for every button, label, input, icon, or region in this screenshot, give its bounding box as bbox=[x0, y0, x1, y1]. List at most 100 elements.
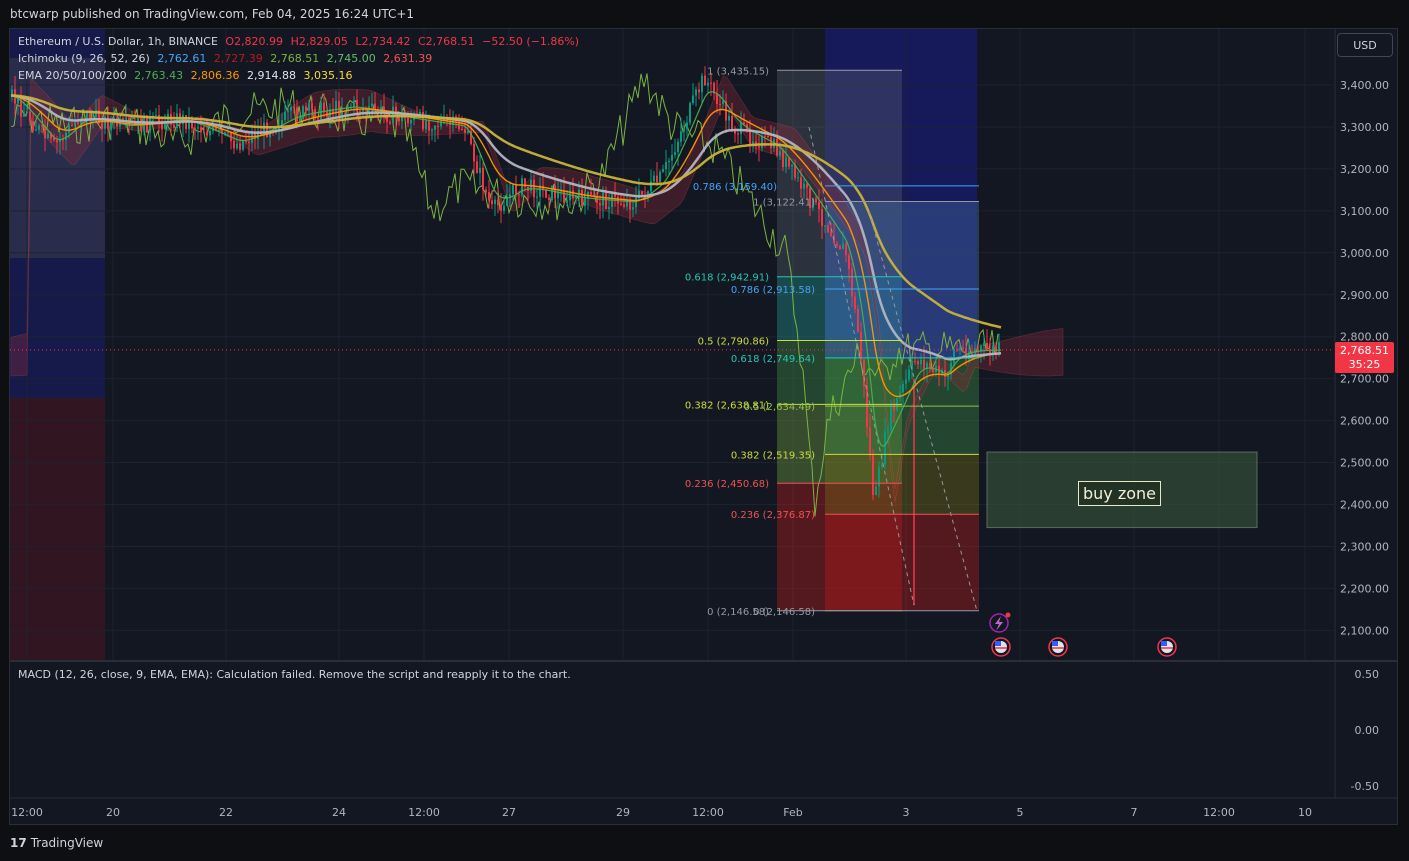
candle-body bbox=[335, 100, 337, 114]
candle-body bbox=[674, 152, 676, 155]
candle-body bbox=[686, 122, 688, 129]
candle-body bbox=[437, 125, 439, 127]
candle-body bbox=[359, 111, 361, 113]
candle-body bbox=[284, 111, 286, 121]
us-flag-event-icon[interactable] bbox=[1157, 637, 1177, 657]
candle-body bbox=[701, 75, 703, 93]
candle-body bbox=[173, 124, 175, 128]
candle-body bbox=[710, 82, 712, 84]
candle-body bbox=[635, 197, 637, 208]
candle-body bbox=[791, 164, 793, 167]
tradingview-wordmark: TradingView bbox=[30, 836, 104, 850]
candle-body bbox=[209, 130, 211, 136]
candle-body bbox=[860, 331, 862, 360]
candle-body bbox=[707, 82, 709, 86]
candle-body bbox=[38, 125, 40, 130]
us-flag-event-icon[interactable] bbox=[1048, 637, 1068, 657]
legend-high: H2,829.05 bbox=[290, 35, 348, 48]
event-markers bbox=[989, 612, 1177, 657]
candle-body bbox=[491, 200, 493, 205]
publisher-line: btcwarp published on TradingView.com, Fe… bbox=[10, 7, 415, 21]
candle-body bbox=[845, 243, 847, 256]
candle-body bbox=[536, 196, 538, 198]
legend-ichimoku-v1: 2,762.61 bbox=[157, 52, 207, 65]
candle-body bbox=[692, 95, 694, 104]
candle-body bbox=[728, 115, 730, 121]
candle-body bbox=[479, 167, 481, 173]
candle-body bbox=[488, 192, 490, 201]
tradingview-branding[interactable]: 𝟭𝟳 TradingView bbox=[10, 834, 103, 852]
macd-pane: 0.50 0.00 -0.50 bbox=[1351, 668, 1379, 793]
candle-body bbox=[683, 128, 685, 132]
legend-ema-row[interactable]: EMA 20/50/100/200 2,763.43 2,806.36 2,91… bbox=[18, 68, 357, 84]
flag-canton bbox=[1052, 641, 1058, 646]
candle-body bbox=[827, 225, 829, 233]
flag-canton bbox=[1161, 641, 1167, 646]
fib2-level-label: 0.618 (2,749.64) bbox=[731, 354, 815, 365]
ema-lines bbox=[10, 91, 1334, 612]
candle-body bbox=[389, 121, 391, 124]
candle-body bbox=[983, 343, 985, 347]
candle-body bbox=[296, 107, 298, 122]
macd-tick-label: -0.50 bbox=[1351, 780, 1379, 793]
candle-body bbox=[494, 199, 496, 205]
candle-body bbox=[293, 106, 295, 108]
macd-tick-label: 0.00 bbox=[1355, 724, 1380, 737]
candle-body bbox=[641, 191, 643, 195]
candle-body bbox=[236, 143, 238, 149]
candle-body bbox=[653, 175, 655, 182]
candle-body bbox=[77, 122, 79, 124]
lightning-event-icon[interactable] bbox=[989, 612, 1011, 633]
price-tick-label: 3,000.00 bbox=[1340, 247, 1389, 260]
candle-body bbox=[830, 232, 832, 236]
fib-level-label: 0.618 (2,942.91) bbox=[685, 273, 769, 284]
candle-body bbox=[956, 349, 958, 351]
fib2-level-label: 0.786 (2,913.58) bbox=[731, 285, 815, 296]
legend-open: O2,820.99 bbox=[225, 35, 284, 48]
us-flag-event-icon[interactable] bbox=[991, 637, 1011, 657]
legend-ichimoku-v3: 2,768.51 bbox=[270, 52, 320, 65]
candle-body bbox=[731, 115, 733, 131]
time-tick-label: 7 bbox=[1131, 806, 1138, 819]
candle-body bbox=[101, 123, 103, 129]
candle-body bbox=[515, 184, 517, 195]
candle-body bbox=[761, 135, 763, 148]
candle-body bbox=[776, 138, 778, 156]
price-tick-label: 2,700.00 bbox=[1340, 373, 1389, 386]
candle-body bbox=[512, 184, 514, 195]
currency-button[interactable]: USD bbox=[1337, 33, 1393, 57]
candle-body bbox=[680, 131, 682, 142]
candle-body bbox=[548, 197, 550, 200]
candle-body bbox=[125, 117, 127, 120]
price-chart[interactable]: 1 (3,435.15) 0.618 (2,942.91) 0.5 (2,790.8… bbox=[9, 28, 1398, 825]
candle-body bbox=[836, 243, 838, 246]
candle-body bbox=[242, 140, 244, 150]
candle-body bbox=[23, 112, 25, 117]
fib-level-label: 0.236 (2,450.68) bbox=[685, 479, 769, 490]
candle-body bbox=[803, 183, 805, 189]
price-tick-label: 3,200.00 bbox=[1340, 163, 1389, 176]
candle-body bbox=[614, 194, 616, 197]
candle-body bbox=[839, 245, 841, 250]
candle-body bbox=[605, 193, 607, 210]
candle-body bbox=[914, 360, 916, 362]
candle-body bbox=[788, 157, 790, 167]
candle-body bbox=[428, 120, 430, 131]
buy-zone-label[interactable]: buy zone bbox=[1078, 481, 1162, 506]
candle-body bbox=[695, 89, 697, 96]
fib2-level-label: 0.236 (2,376.87) bbox=[731, 510, 815, 521]
candle-body bbox=[986, 343, 988, 350]
candle-body bbox=[848, 255, 850, 270]
candle-body bbox=[959, 347, 961, 351]
candle-body bbox=[434, 125, 436, 130]
candle-body bbox=[779, 150, 781, 156]
time-tick-label: 12:00 bbox=[692, 806, 724, 819]
candle-body bbox=[980, 346, 982, 351]
price-tick-label: 2,100.00 bbox=[1340, 624, 1389, 637]
candle-body bbox=[248, 141, 250, 143]
candle-body bbox=[797, 177, 799, 179]
legend-ichimoku-v2: 2,727.39 bbox=[213, 52, 263, 65]
time-tick-label: 12:00 bbox=[408, 806, 440, 819]
legend-ichimoku-row[interactable]: Ichimoku (9, 26, 52, 26) 2,762.61 2,727.… bbox=[18, 51, 436, 67]
candle-body bbox=[407, 117, 409, 124]
